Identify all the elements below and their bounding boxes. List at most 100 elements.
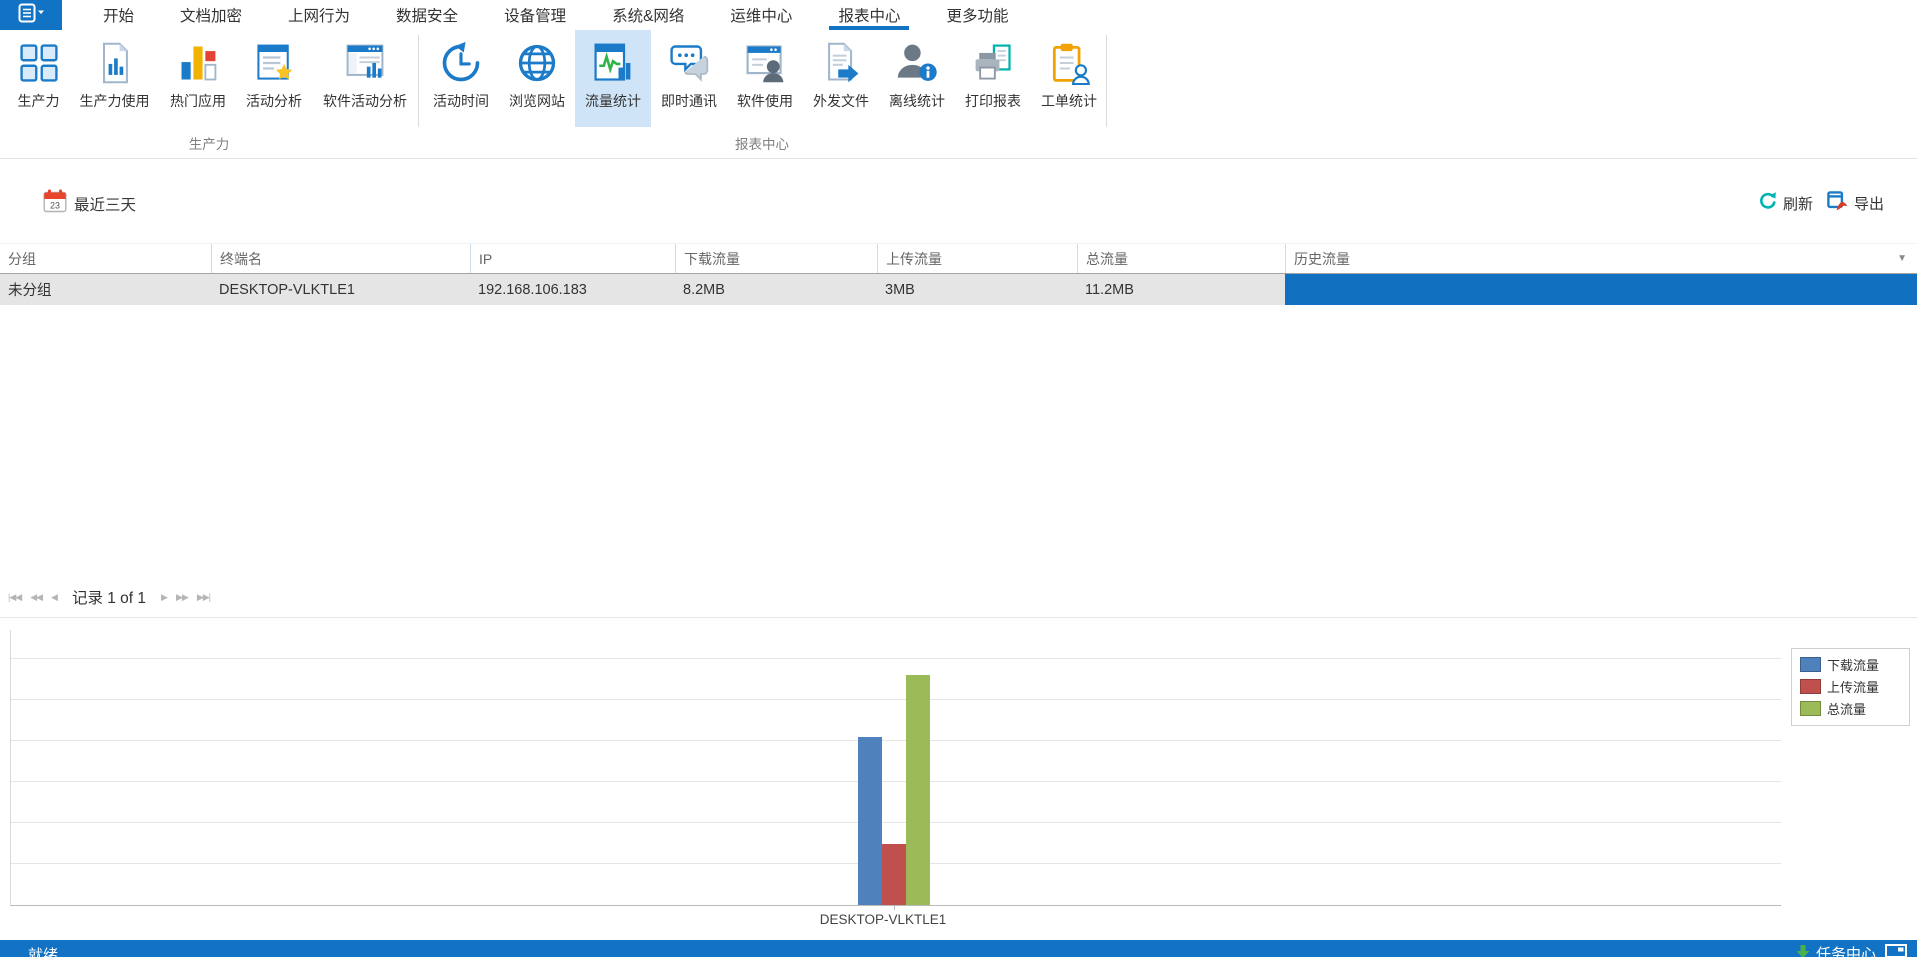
print-report-icon bbox=[970, 38, 1016, 88]
tab-ops-center[interactable]: 运维中心 bbox=[707, 0, 815, 30]
tab-doc-encryption[interactable]: 文档加密 bbox=[157, 0, 265, 30]
column-header-upload[interactable]: 上传流量 bbox=[877, 244, 1077, 273]
cell-history-bar bbox=[1285, 274, 1917, 305]
refresh-icon bbox=[1758, 191, 1778, 215]
ribbon: 生产力 生产力使用 热门应用 活动分析 bbox=[0, 30, 1917, 127]
cell-download: 8.2MB bbox=[675, 274, 877, 305]
group-label-productivity: 生产力 bbox=[0, 133, 418, 153]
tab-data-security[interactable]: 数据安全 bbox=[373, 0, 481, 30]
legend-swatch bbox=[1800, 701, 1821, 716]
ribbon-button-label: 浏览网站 bbox=[509, 91, 565, 111]
tab-device-management[interactable]: 设备管理 bbox=[481, 0, 589, 30]
column-header-terminal[interactable]: 终端名 bbox=[211, 244, 470, 273]
column-header-history-label: 历史流量 bbox=[1294, 249, 1350, 269]
chart-plot bbox=[10, 630, 1781, 906]
ribbon-button-label: 打印报表 bbox=[965, 91, 1021, 111]
status-ready-label: 就绪 bbox=[28, 944, 58, 957]
tab-system-network[interactable]: 系统&网络 bbox=[589, 0, 707, 30]
ribbon-button-hot-apps[interactable]: 热门应用 bbox=[160, 30, 236, 127]
chart-legend: 下载流量 上传流量 总流量 bbox=[1791, 648, 1910, 726]
cell-ip: 192.168.106.183 bbox=[470, 274, 675, 305]
ribbon-button-label: 外发文件 bbox=[813, 91, 869, 111]
cell-upload: 3MB bbox=[877, 274, 1077, 305]
prev-page-fast-button[interactable]: ◀◀ bbox=[30, 592, 42, 603]
ribbon-button-activity-time[interactable]: 活动时间 bbox=[423, 30, 499, 127]
ribbon-button-outgoing-files[interactable]: 外发文件 bbox=[803, 30, 879, 127]
refresh-button[interactable]: 刷新 bbox=[1758, 191, 1813, 215]
column-header-total[interactable]: 总流量 bbox=[1077, 244, 1285, 273]
tab-web-behavior[interactable]: 上网行为 bbox=[265, 0, 373, 30]
ribbon-button-browse-web[interactable]: 浏览网站 bbox=[499, 30, 575, 127]
hot-apps-icon bbox=[175, 38, 221, 88]
chart-gridline bbox=[11, 740, 1781, 741]
refresh-label: 刷新 bbox=[1783, 193, 1813, 214]
chart-x-tick bbox=[894, 905, 895, 910]
group-label-report-center: 报表中心 bbox=[418, 133, 1106, 153]
column-header-download[interactable]: 下载流量 bbox=[675, 244, 877, 273]
cell-total: 11.2MB bbox=[1077, 274, 1285, 305]
ribbon-button-productivity[interactable]: 生产力 bbox=[8, 30, 69, 127]
chart-gridline bbox=[11, 822, 1781, 823]
column-header-group[interactable]: 分组 bbox=[0, 244, 211, 273]
toolbar-right-tools: 刷新 导出 bbox=[1758, 191, 1884, 215]
tab-report-center[interactable]: 报表中心 bbox=[815, 0, 923, 30]
activity-time-icon bbox=[438, 38, 484, 88]
ticket-stats-icon bbox=[1046, 38, 1092, 88]
date-range-filter[interactable]: 23 最近三天 bbox=[43, 189, 136, 218]
record-counter: 记录 1 of 1 bbox=[72, 586, 146, 608]
ribbon-button-traffic-stats[interactable]: 流量统计 bbox=[575, 30, 651, 127]
table-row[interactable]: 未分组 DESKTOP-VLKTLE1 192.168.106.183 8.2M… bbox=[0, 274, 1917, 305]
traffic-table: 分组 终端名 IP 下载流量 上传流量 总流量 历史流量 ▼ 未分组 DESKT… bbox=[0, 243, 1917, 305]
activity-analysis-icon bbox=[251, 38, 297, 88]
ribbon-button-ticket-stats[interactable]: 工单统计 bbox=[1031, 30, 1107, 127]
export-button[interactable]: 导出 bbox=[1827, 191, 1884, 215]
ribbon-button-productivity-usage[interactable]: 生产力使用 bbox=[69, 30, 160, 127]
ribbon-button-label: 热门应用 bbox=[170, 91, 226, 111]
legend-item-upload: 上传流量 bbox=[1800, 677, 1901, 696]
last-page-button[interactable]: ▶▶| bbox=[197, 592, 210, 603]
section-divider bbox=[0, 617, 1917, 618]
ribbon-button-software-activity[interactable]: 软件活动分析 bbox=[312, 30, 418, 127]
ribbon-group-separator bbox=[420, 36, 421, 122]
legend-swatch bbox=[1800, 657, 1821, 672]
ribbon-button-label: 活动时间 bbox=[433, 91, 489, 111]
first-page-button[interactable]: |◀◀ bbox=[8, 592, 21, 603]
ribbon-button-label: 即时通讯 bbox=[661, 91, 717, 111]
app-menu-icon bbox=[18, 3, 45, 28]
tab-more-features[interactable]: 更多功能 bbox=[923, 0, 1031, 30]
ribbon-button-label: 生产力使用 bbox=[80, 91, 150, 111]
ribbon-button-print-report[interactable]: 打印报表 bbox=[955, 30, 1031, 127]
ribbon-button-label: 流量统计 bbox=[585, 91, 641, 111]
prev-page-button[interactable]: ◀ bbox=[51, 592, 57, 603]
chart-category-label: DESKTOP-VLKTLE1 bbox=[743, 912, 1023, 927]
cell-terminal: DESKTOP-VLKTLE1 bbox=[211, 274, 470, 305]
ribbon-button-label: 离线统计 bbox=[889, 91, 945, 111]
tab-start[interactable]: 开始 bbox=[80, 0, 157, 30]
legend-swatch bbox=[1800, 679, 1821, 694]
next-page-fast-button[interactable]: ▶▶ bbox=[176, 592, 188, 603]
legend-item-total: 总流量 bbox=[1800, 699, 1901, 718]
column-header-ip[interactable]: IP bbox=[470, 244, 675, 273]
ribbon-button-activity-analysis[interactable]: 活动分析 bbox=[236, 30, 312, 127]
export-icon bbox=[1827, 191, 1849, 215]
export-label: 导出 bbox=[1854, 193, 1884, 214]
column-filter-dropdown-icon[interactable]: ▼ bbox=[1897, 253, 1907, 264]
productivity-usage-icon bbox=[92, 38, 138, 88]
cell-group: 未分组 bbox=[0, 274, 211, 305]
menu-bar: 开始 文档加密 上网行为 数据安全 设备管理 系统&网络 运维中心 报表中心 更… bbox=[0, 0, 1917, 30]
column-header-history[interactable]: 历史流量 ▼ bbox=[1285, 244, 1917, 273]
chart-bar-total bbox=[906, 675, 930, 905]
traffic-stats-icon bbox=[590, 38, 636, 88]
chart-gridline bbox=[11, 699, 1781, 700]
ribbon-button-label: 工单统计 bbox=[1041, 91, 1097, 111]
task-center-button[interactable]: 任务中心 bbox=[1796, 943, 1876, 957]
application-window: 开始 文档加密 上网行为 数据安全 设备管理 系统&网络 运维中心 报表中心 更… bbox=[0, 0, 1917, 957]
software-activity-icon bbox=[342, 38, 388, 88]
monitor-icon[interactable] bbox=[1885, 944, 1907, 957]
calendar-icon: 23 bbox=[43, 189, 67, 218]
ribbon-button-software-usage[interactable]: 软件使用 bbox=[727, 30, 803, 127]
next-page-button[interactable]: ▶ bbox=[161, 592, 167, 603]
ribbon-button-offline-stats[interactable]: 离线统计 bbox=[879, 30, 955, 127]
app-menu-button[interactable] bbox=[0, 0, 62, 30]
ribbon-button-instant-messaging[interactable]: 即时通讯 bbox=[651, 30, 727, 127]
